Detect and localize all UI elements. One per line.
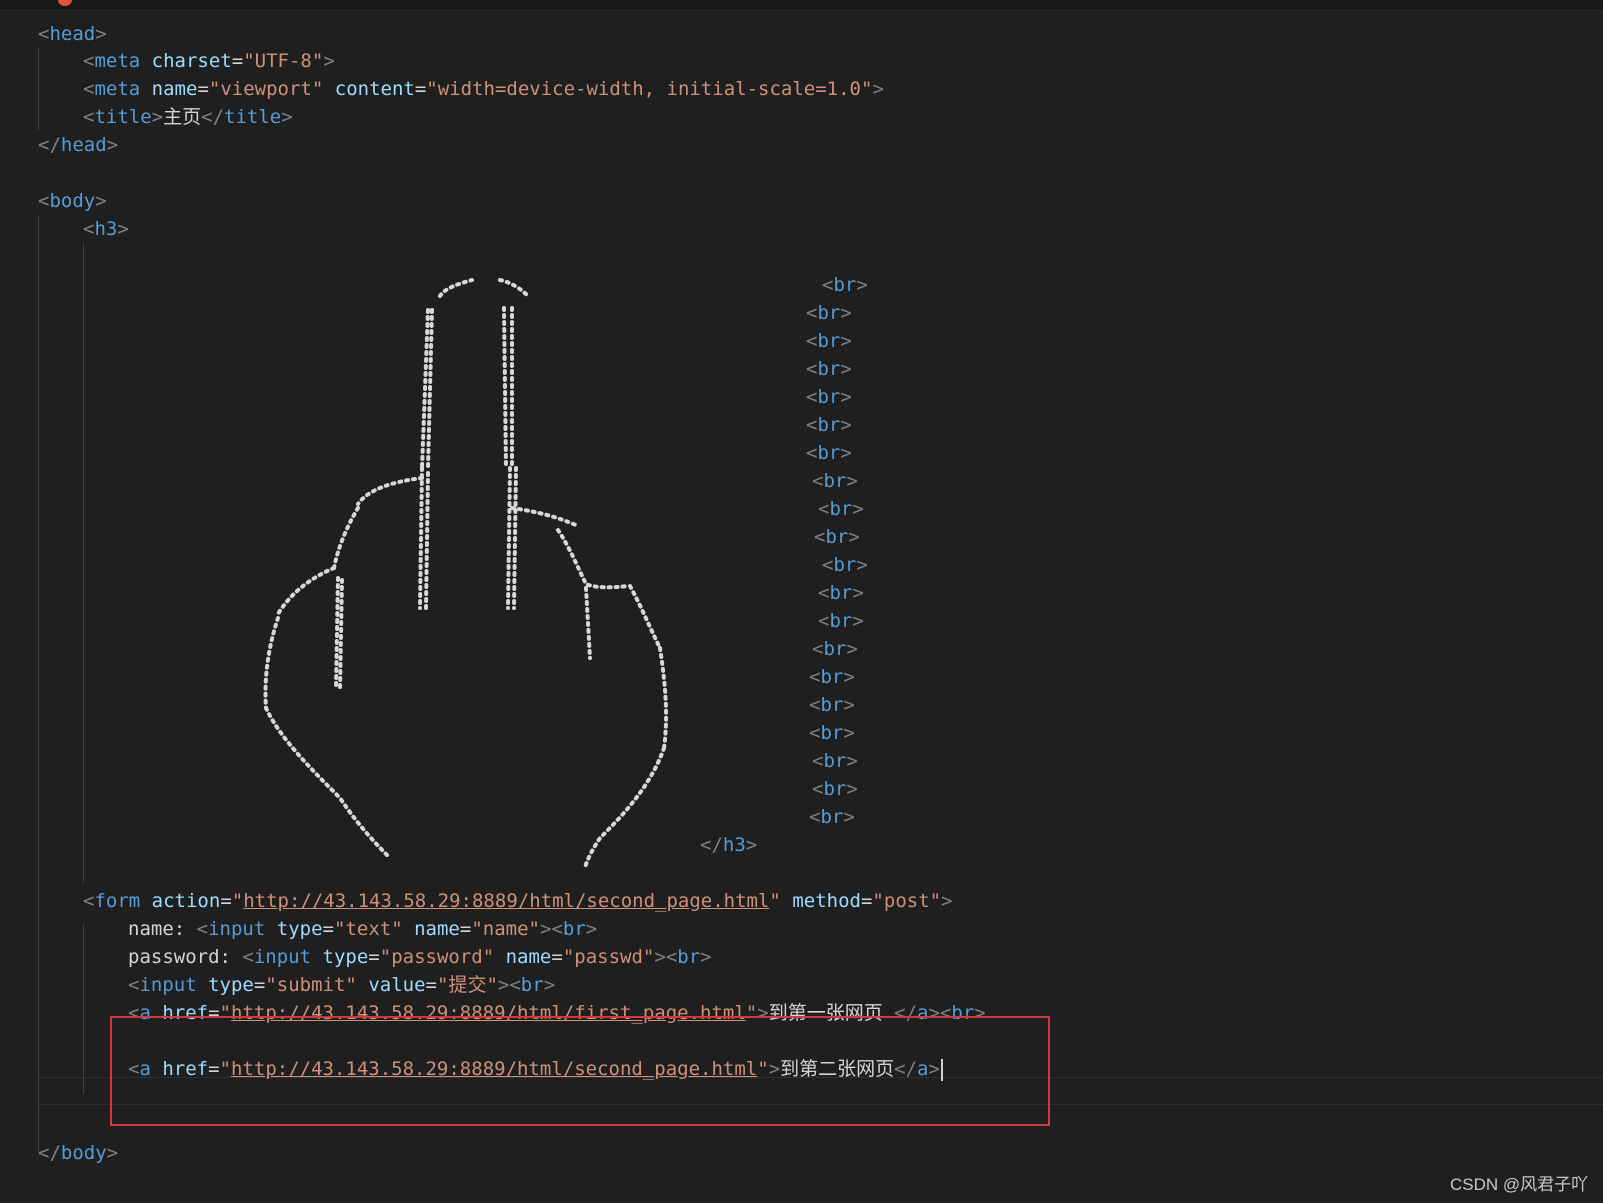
code-line: <br> (812, 470, 858, 492)
file-icon (58, 0, 72, 6)
code-line: <h3> (83, 218, 129, 240)
code-line: <meta name="viewport" content="width=dev… (83, 78, 884, 100)
code-line: <head> (38, 23, 107, 45)
annotation-highlight-box (110, 1016, 1050, 1126)
braille-ascii-art-hand (263, 278, 669, 868)
code-line: <br> (822, 554, 868, 576)
indent-guide (38, 48, 39, 130)
code-line: <title>主页</title> (83, 106, 293, 128)
code-line: <br> (818, 498, 864, 520)
code-line: name: <input type="text" name="name"><br… (128, 918, 598, 940)
indent-guide (38, 215, 39, 1151)
watermark: CSDN @风君子吖 (1450, 1175, 1589, 1194)
editor-tab-bar (0, 0, 1603, 11)
code-line: <br> (814, 526, 860, 548)
code-line: <br> (806, 302, 852, 324)
form-action-link[interactable]: http://43.143.58.29:8889/html/second_pag… (243, 890, 769, 912)
code-line: <br> (812, 638, 858, 660)
indent-guide (83, 243, 84, 883)
code-line: </h3> (700, 834, 758, 856)
code-line: <br> (818, 610, 864, 632)
code-line: <br> (806, 442, 852, 464)
code-line: <br> (812, 778, 858, 800)
code-line: </body> (38, 1142, 119, 1164)
code-line: <meta charset="UTF-8"> (83, 50, 335, 72)
code-line: <br> (809, 806, 855, 828)
code-line: <input type="submit" value="提交"><br> (128, 974, 556, 996)
code-line: <br> (809, 722, 855, 744)
code-line: <br> (806, 330, 852, 352)
code-line: </head> (38, 134, 119, 156)
code-line: <br> (822, 274, 868, 296)
code-line: <br> (806, 358, 852, 380)
code-line: <br> (809, 694, 855, 716)
indent-guide (83, 924, 84, 1094)
code-line: <br> (812, 750, 858, 772)
code-line: <br> (809, 666, 855, 688)
code-line: password: <input type="password" name="p… (128, 946, 712, 968)
code-line: <br> (818, 582, 864, 604)
code-line: <br> (806, 386, 852, 408)
code-line: <body> (38, 190, 107, 212)
code-line: <br> (806, 414, 852, 436)
code-line: <form action="http://43.143.58.29:8889/h… (83, 890, 953, 912)
